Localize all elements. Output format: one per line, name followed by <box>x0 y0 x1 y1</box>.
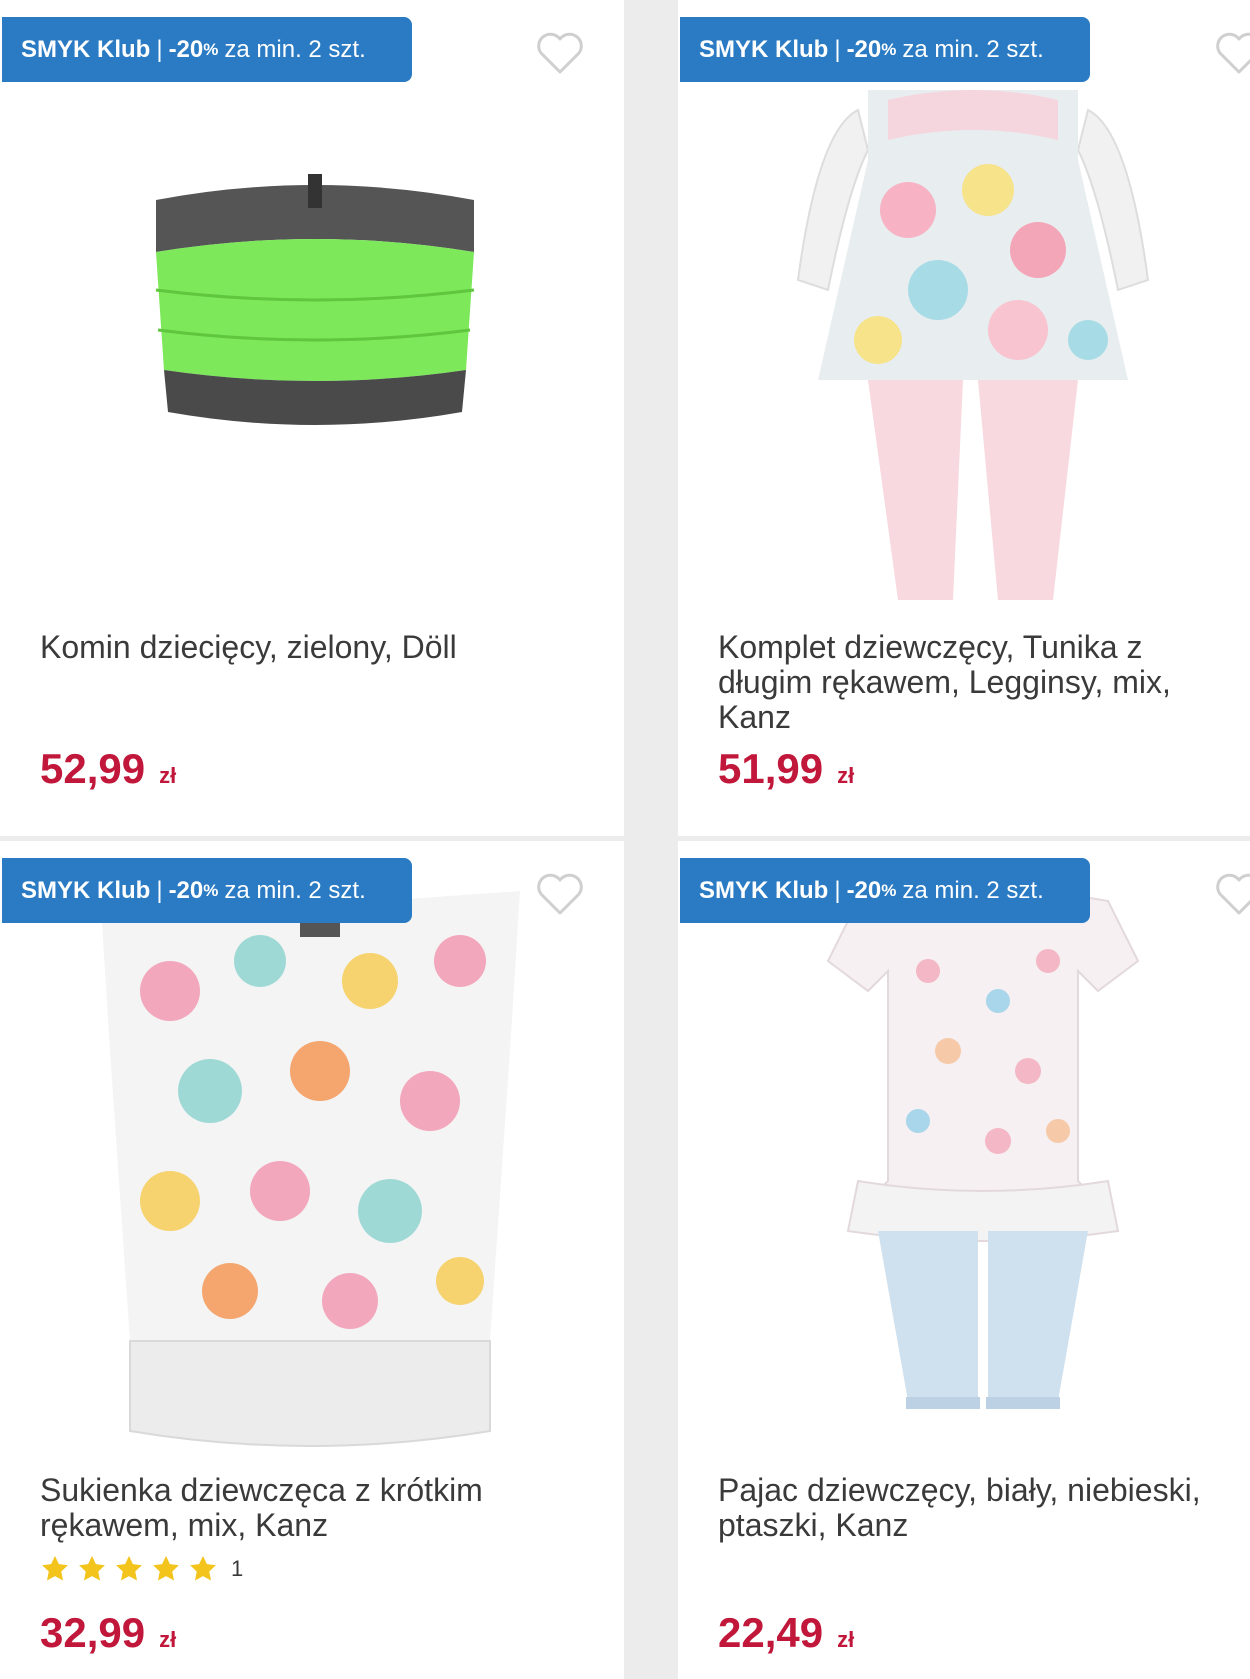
promo-percent: % <box>881 39 897 59</box>
star-icon <box>190 1555 216 1581</box>
promo-discount: -20 <box>168 35 204 63</box>
product-price: 22,49 zł <box>718 1609 854 1657</box>
star-icon <box>153 1555 179 1581</box>
product-title[interactable]: Komplet dziewczęcy, Tunika z długim ręka… <box>718 630 1238 735</box>
price-currency: zł <box>159 1627 177 1652</box>
product-card[interactable]: SMYK Klub | -20% za min. 2 szt. Sukienka… <box>0 841 624 1679</box>
price-currency: zł <box>159 763 177 788</box>
promo-separator: | <box>156 876 163 904</box>
promo-separator: | <box>834 876 841 904</box>
heart-icon[interactable] <box>534 30 586 76</box>
promo-separator: | <box>834 35 841 63</box>
promo-condition: za min. 2 szt. <box>902 35 1044 63</box>
price-amount: 51,99 <box>718 745 824 792</box>
promo-badge: SMYK Klub | -20% za min. 2 szt. <box>2 17 412 82</box>
product-image[interactable] <box>788 40 1158 610</box>
promo-brand: SMYK Klub <box>699 876 829 904</box>
promo-discount: -20 <box>846 876 882 904</box>
product-rating: 1 <box>40 1554 243 1584</box>
product-card[interactable]: SMYK Klub | -20% za min. 2 szt. Komplet … <box>678 0 1250 836</box>
product-title[interactable]: Komin dziecięcy, zielony, Döll <box>40 630 600 665</box>
promo-separator: | <box>156 35 163 63</box>
promo-badge: SMYK Klub | -20% za min. 2 szt. <box>680 17 1090 82</box>
price-amount: 32,99 <box>40 1609 146 1656</box>
product-card[interactable]: SMYK Klub | -20% za min. 2 szt. Pajac dz… <box>678 841 1250 1679</box>
product-image[interactable] <box>90 871 530 1471</box>
price-amount: 22,49 <box>718 1609 824 1656</box>
heart-icon[interactable] <box>1213 871 1250 917</box>
price-currency: zł <box>837 763 855 788</box>
promo-condition: za min. 2 szt. <box>224 876 366 904</box>
product-price: 32,99 zł <box>40 1609 176 1657</box>
promo-brand: SMYK Klub <box>21 876 151 904</box>
promo-brand: SMYK Klub <box>699 35 829 63</box>
promo-condition: za min. 2 szt. <box>224 35 366 63</box>
promo-discount: -20 <box>168 876 204 904</box>
product-card[interactable]: SMYK Klub | -20% za min. 2 szt. Komin dz… <box>0 0 624 836</box>
product-image[interactable] <box>798 881 1168 1461</box>
rating-count: 1 <box>231 1556 244 1581</box>
heart-icon[interactable] <box>534 871 586 917</box>
star-icon <box>79 1555 105 1581</box>
product-image[interactable] <box>150 170 480 450</box>
promo-brand: SMYK Klub <box>21 35 151 63</box>
heart-icon[interactable] <box>1213 30 1250 76</box>
promo-percent: % <box>203 880 219 900</box>
product-price: 51,99 zł <box>718 745 854 793</box>
promo-badge: SMYK Klub | -20% za min. 2 szt. <box>680 858 1090 923</box>
product-title[interactable]: Pajac dziewczęcy, biały, niebieski, ptas… <box>718 1473 1238 1543</box>
star-icon <box>42 1555 68 1581</box>
product-price: 52,99 zł <box>40 745 176 793</box>
product-grid: SMYK Klub | -20% za min. 2 szt. Komin dz… <box>0 0 1250 1679</box>
price-amount: 52,99 <box>40 745 146 792</box>
star-icon <box>116 1555 142 1581</box>
product-title[interactable]: Sukienka dziewczęca z krótkim rękawem, m… <box>40 1473 600 1543</box>
promo-condition: za min. 2 szt. <box>902 876 1044 904</box>
promo-percent: % <box>881 880 897 900</box>
promo-percent: % <box>203 39 219 59</box>
promo-badge: SMYK Klub | -20% za min. 2 szt. <box>2 858 412 923</box>
promo-discount: -20 <box>846 35 882 63</box>
price-currency: zł <box>837 1627 855 1652</box>
